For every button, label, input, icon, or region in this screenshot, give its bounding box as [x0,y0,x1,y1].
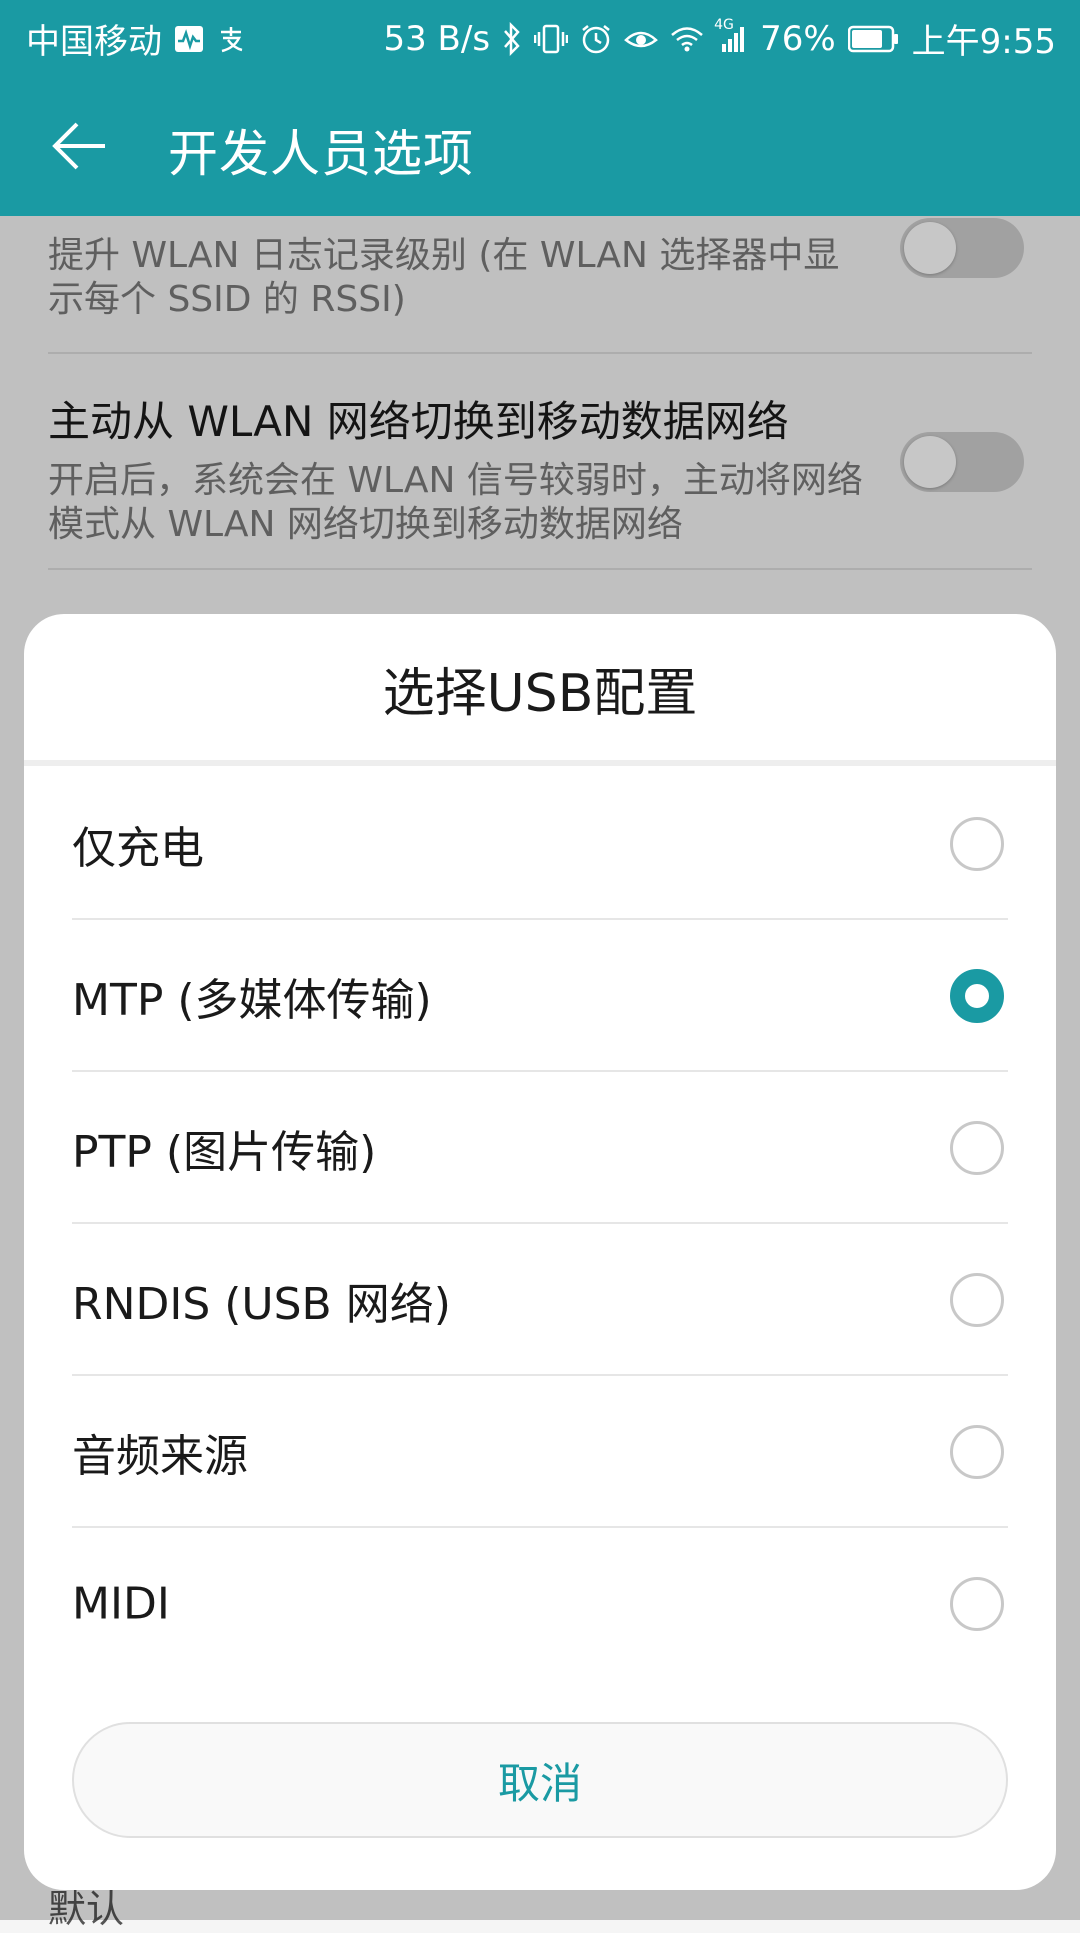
radio-button[interactable] [950,1121,1004,1175]
dialog-title: 选择USB配置 [382,663,698,724]
wifi-icon [670,19,704,59]
option-audio-source[interactable]: 音频来源 [24,1376,1056,1528]
alarm-icon [580,19,612,59]
app-bar: 开发人员选项 [0,74,1080,216]
battery-percent: 76% [760,18,836,59]
divider [24,760,1056,766]
option-midi[interactable]: MIDI [24,1528,1056,1680]
option-label: 仅充电 [72,823,204,874]
option-rndis[interactable]: RNDIS (USB 网络) [24,1224,1056,1376]
signal-icon: 4G [714,16,748,59]
radio-button[interactable] [950,1273,1004,1327]
option-charge-only[interactable]: 仅充电 [24,768,1056,920]
status-bar: 中国移动 53 B/s 4G 76% 上午9:55 [0,0,1080,74]
alipay-icon [216,19,246,59]
radio-button[interactable] [950,1577,1004,1631]
bluetooth-icon [502,19,522,59]
clock: 上午9:55 [911,22,1056,62]
battery-icon [847,19,900,59]
radio-button[interactable] [950,1425,1004,1479]
option-label: MIDI [72,1578,170,1630]
status-bar-right: 53 B/s 4G 76% 上午9:55 [383,14,1056,63]
radio-button[interactable] [950,817,1004,871]
option-ptp[interactable]: PTP (图片传输) [24,1072,1056,1224]
status-bar-left: 中国移动 [26,14,246,63]
activity-icon [174,19,204,59]
network-type: 4G [714,16,734,33]
cancel-button[interactable]: 取消 [72,1722,1008,1838]
screen: 中国移动 53 B/s 4G 76% 上午9:55 开发人员选项 提升 WLAN… [0,0,1080,1931]
arrow-left-icon[interactable] [44,110,116,182]
page-title: 开发人员选项 [168,125,474,183]
usb-config-dialog: 选择USB配置 仅充电 MTP (多媒体传输) PTP (图片传输) RNDIS… [24,614,1056,1890]
option-label: RNDIS (USB 网络) [72,1279,451,1330]
vibrate-icon [534,19,569,59]
option-mtp[interactable]: MTP (多媒体传输) [24,920,1056,1072]
eye-comfort-icon [624,19,658,59]
option-label: MTP (多媒体传输) [72,975,432,1026]
radio-button-selected[interactable] [950,969,1004,1023]
option-label: PTP (图片传输) [72,1127,377,1178]
carrier-name: 中国移动 [26,22,162,62]
net-speed: 53 B/s [383,18,491,59]
option-label: 音频来源 [72,1431,248,1482]
